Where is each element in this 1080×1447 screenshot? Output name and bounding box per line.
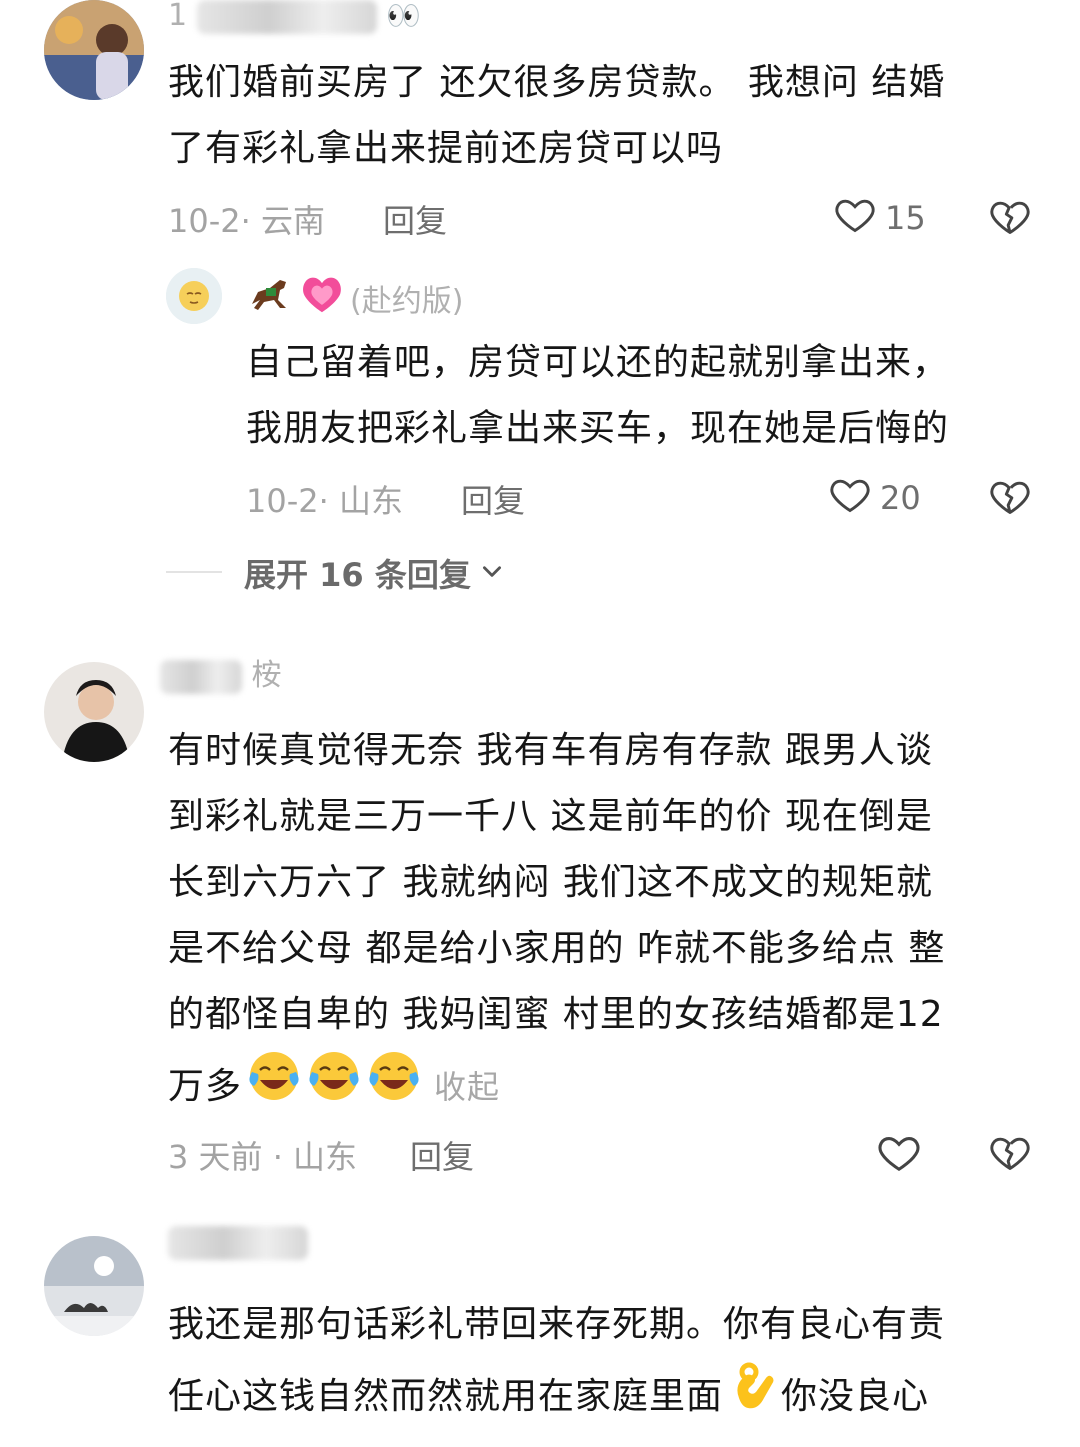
eyes-icon: 👀 — [386, 0, 422, 32]
user-avatar[interactable] — [44, 0, 144, 100]
comment-line: 了有彩礼拿出来提前还房贷可以吗 — [168, 128, 724, 169]
expand-replies-button[interactable]: 展开 16 条回复 — [244, 550, 505, 596]
comment-line-text: 任心这钱自然而然就用在家庭里面 — [168, 1376, 724, 1417]
dislike-button[interactable] — [988, 474, 1032, 522]
reply-text: 自己留着吧，房贷可以还的起就别拿出来， 我朋友把彩礼拿出来买车，现在她是后悔的 — [246, 330, 1046, 462]
username[interactable]: 桉 — [160, 650, 282, 694]
face-with-tears-of-joy-icon — [246, 1048, 302, 1126]
comment-text: 我还是那句话彩礼带回来存死期。你有良心有责 任心这钱自然而然就用在家庭里面 你没… — [168, 1292, 1048, 1436]
username-visible-part: 1 — [168, 0, 188, 33]
ok-hand-icon — [725, 1358, 779, 1436]
like-button[interactable] — [876, 1129, 922, 1183]
comment-line: 长到六万六了 我就纳闷 我们这不成文的规矩就 — [168, 862, 933, 903]
heart-outline-icon — [828, 472, 872, 524]
reply-button[interactable]: 回复 — [461, 476, 525, 522]
like-button[interactable]: 20 — [828, 472, 921, 524]
comment-line: 任心这钱自然而然就用在家庭里面 你没良心 — [168, 1358, 1048, 1436]
comment-line: 我还是那句话彩礼带回来存死期。你有良心有责 — [168, 1304, 946, 1345]
username-visible-part: 桉 — [251, 658, 282, 693]
broken-heart-icon — [988, 201, 1032, 242]
comment-line: 万多 收起 — [168, 1048, 1048, 1126]
reply-button[interactable]: 回复 — [410, 1132, 474, 1178]
reply-avatar[interactable] — [166, 268, 222, 324]
comment-date-location: 10-2· 云南 — [168, 202, 325, 240]
dislike-button[interactable] — [988, 1130, 1032, 1178]
face-with-tears-of-joy-icon — [366, 1048, 422, 1126]
comment-text: 有时候真觉得无奈 我有车有房有存款 跟男人谈 到彩礼就是三万一千八 这是前年的价… — [168, 718, 1048, 1126]
comment-text: 我们婚前买房了 还欠很多房贷款。 我想问 结婚 了有彩礼拿出来提前还房贷可以吗 — [168, 50, 1048, 182]
comment-line: 我朋友把彩礼拿出来买车，现在她是后悔的 — [246, 408, 950, 449]
chevron-down-icon — [479, 554, 505, 592]
heart-outline-icon — [876, 1129, 922, 1183]
collapse-button[interactable]: 收起 — [434, 1054, 500, 1120]
comment-line-text: 你没良心 — [781, 1376, 930, 1417]
racing-horse-icon — [246, 274, 294, 322]
broken-heart-icon — [988, 481, 1032, 522]
comment-line: 我们婚前买房了 还欠很多房贷款。 我想问 结婚 — [168, 62, 946, 103]
blurred-username — [168, 1225, 308, 1260]
comment-line: 到彩礼就是三万一千八 这是前年的价 现在倒是 — [168, 796, 933, 837]
heart-outline-icon — [833, 192, 877, 244]
growing-heart-icon — [300, 274, 344, 322]
like-button[interactable]: 15 — [833, 192, 926, 244]
blurred-username — [160, 659, 242, 694]
comment-date-location: 3 天前 · 山东 — [168, 1138, 358, 1176]
blurred-username — [196, 0, 377, 34]
reply-username[interactable]: (赴约版) — [246, 274, 463, 322]
user-avatar[interactable] — [44, 1236, 144, 1336]
username[interactable] — [168, 1224, 308, 1260]
username[interactable]: 1 👀 — [168, 0, 421, 34]
reply-button[interactable]: 回复 — [383, 196, 447, 242]
comment-line-text: 万多 — [168, 1066, 243, 1107]
face-with-tears-of-joy-icon — [306, 1048, 362, 1126]
comment-line: 有时候真觉得无奈 我有车有房有存款 跟男人谈 — [168, 730, 933, 771]
comment-line: 是不给父母 都是给小家用的 咋就不能多给点 整 — [168, 928, 946, 969]
like-count: 15 — [885, 199, 926, 237]
reply-date-location: 10-2· 山东 — [246, 482, 403, 520]
user-avatar[interactable] — [44, 662, 144, 762]
reply-badge: (赴约版) — [350, 284, 464, 319]
broken-heart-icon — [988, 1137, 1032, 1178]
comment-line: 的都怪自卑的 我妈闺蜜 村里的女孩结婚都是12 — [168, 994, 944, 1035]
expand-label: 展开 16 条回复 — [244, 556, 471, 594]
expand-divider — [166, 571, 222, 573]
comment-line: 自己留着吧，房贷可以还的起就别拿出来， — [246, 342, 950, 383]
like-count: 20 — [880, 479, 921, 517]
dislike-button[interactable] — [988, 194, 1032, 242]
